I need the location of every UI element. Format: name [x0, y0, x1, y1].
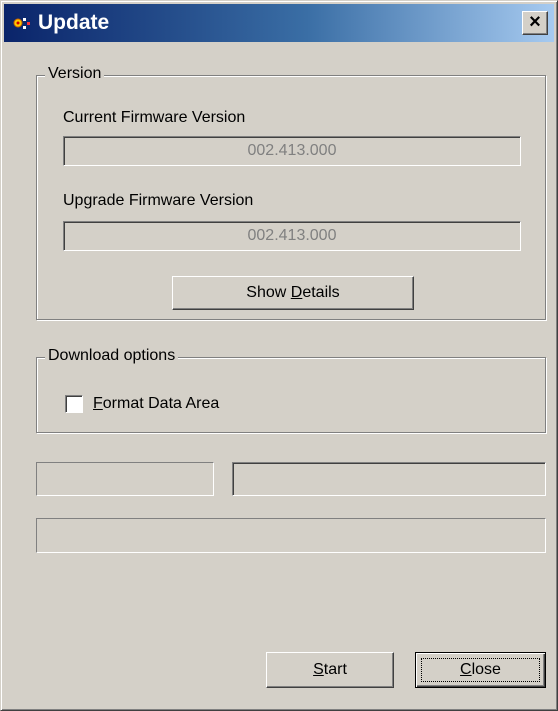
current-firmware-label: Current Firmware Version	[63, 109, 246, 126]
app-icon	[13, 18, 30, 29]
window-title: Update	[38, 11, 110, 34]
status-left-field	[36, 462, 214, 496]
close-icon: ×	[529, 11, 541, 33]
upgrade-firmware-label: Upgrade Firmware Version	[63, 192, 254, 209]
show-details-label-pre: Show	[246, 284, 291, 301]
progress-field	[36, 518, 546, 553]
format-data-area-accel: F	[93, 395, 103, 412]
start-button[interactable]: Start	[266, 652, 394, 688]
version-legend: Version	[45, 64, 105, 84]
show-details-label-post: etails	[302, 284, 340, 301]
focus-ring	[421, 658, 540, 682]
close-button[interactable]: Close	[415, 652, 546, 688]
close-window-button[interactable]: ×	[522, 11, 548, 35]
title-bar[interactable]: Update ×	[4, 4, 554, 42]
download-options-legend: Download options	[45, 346, 179, 366]
show-details-accel: D	[290, 284, 303, 301]
upgrade-firmware-field: 002.413.000	[63, 221, 521, 251]
format-data-area-label[interactable]: Format Data Area	[93, 394, 219, 414]
start-accel: S	[313, 661, 324, 678]
status-right-field	[232, 462, 546, 496]
format-data-area-text: ormat Data Area	[102, 395, 220, 412]
current-firmware-field: 002.413.000	[63, 136, 521, 166]
show-details-button[interactable]: Show Details	[172, 276, 414, 310]
update-dialog: Update × Version Current Firmware Versio…	[0, 0, 558, 711]
start-label: tart	[323, 661, 347, 678]
upgrade-firmware-value: 002.413.000	[247, 227, 337, 244]
current-firmware-value: 002.413.000	[247, 142, 337, 159]
format-data-area-checkbox[interactable]	[65, 395, 83, 413]
